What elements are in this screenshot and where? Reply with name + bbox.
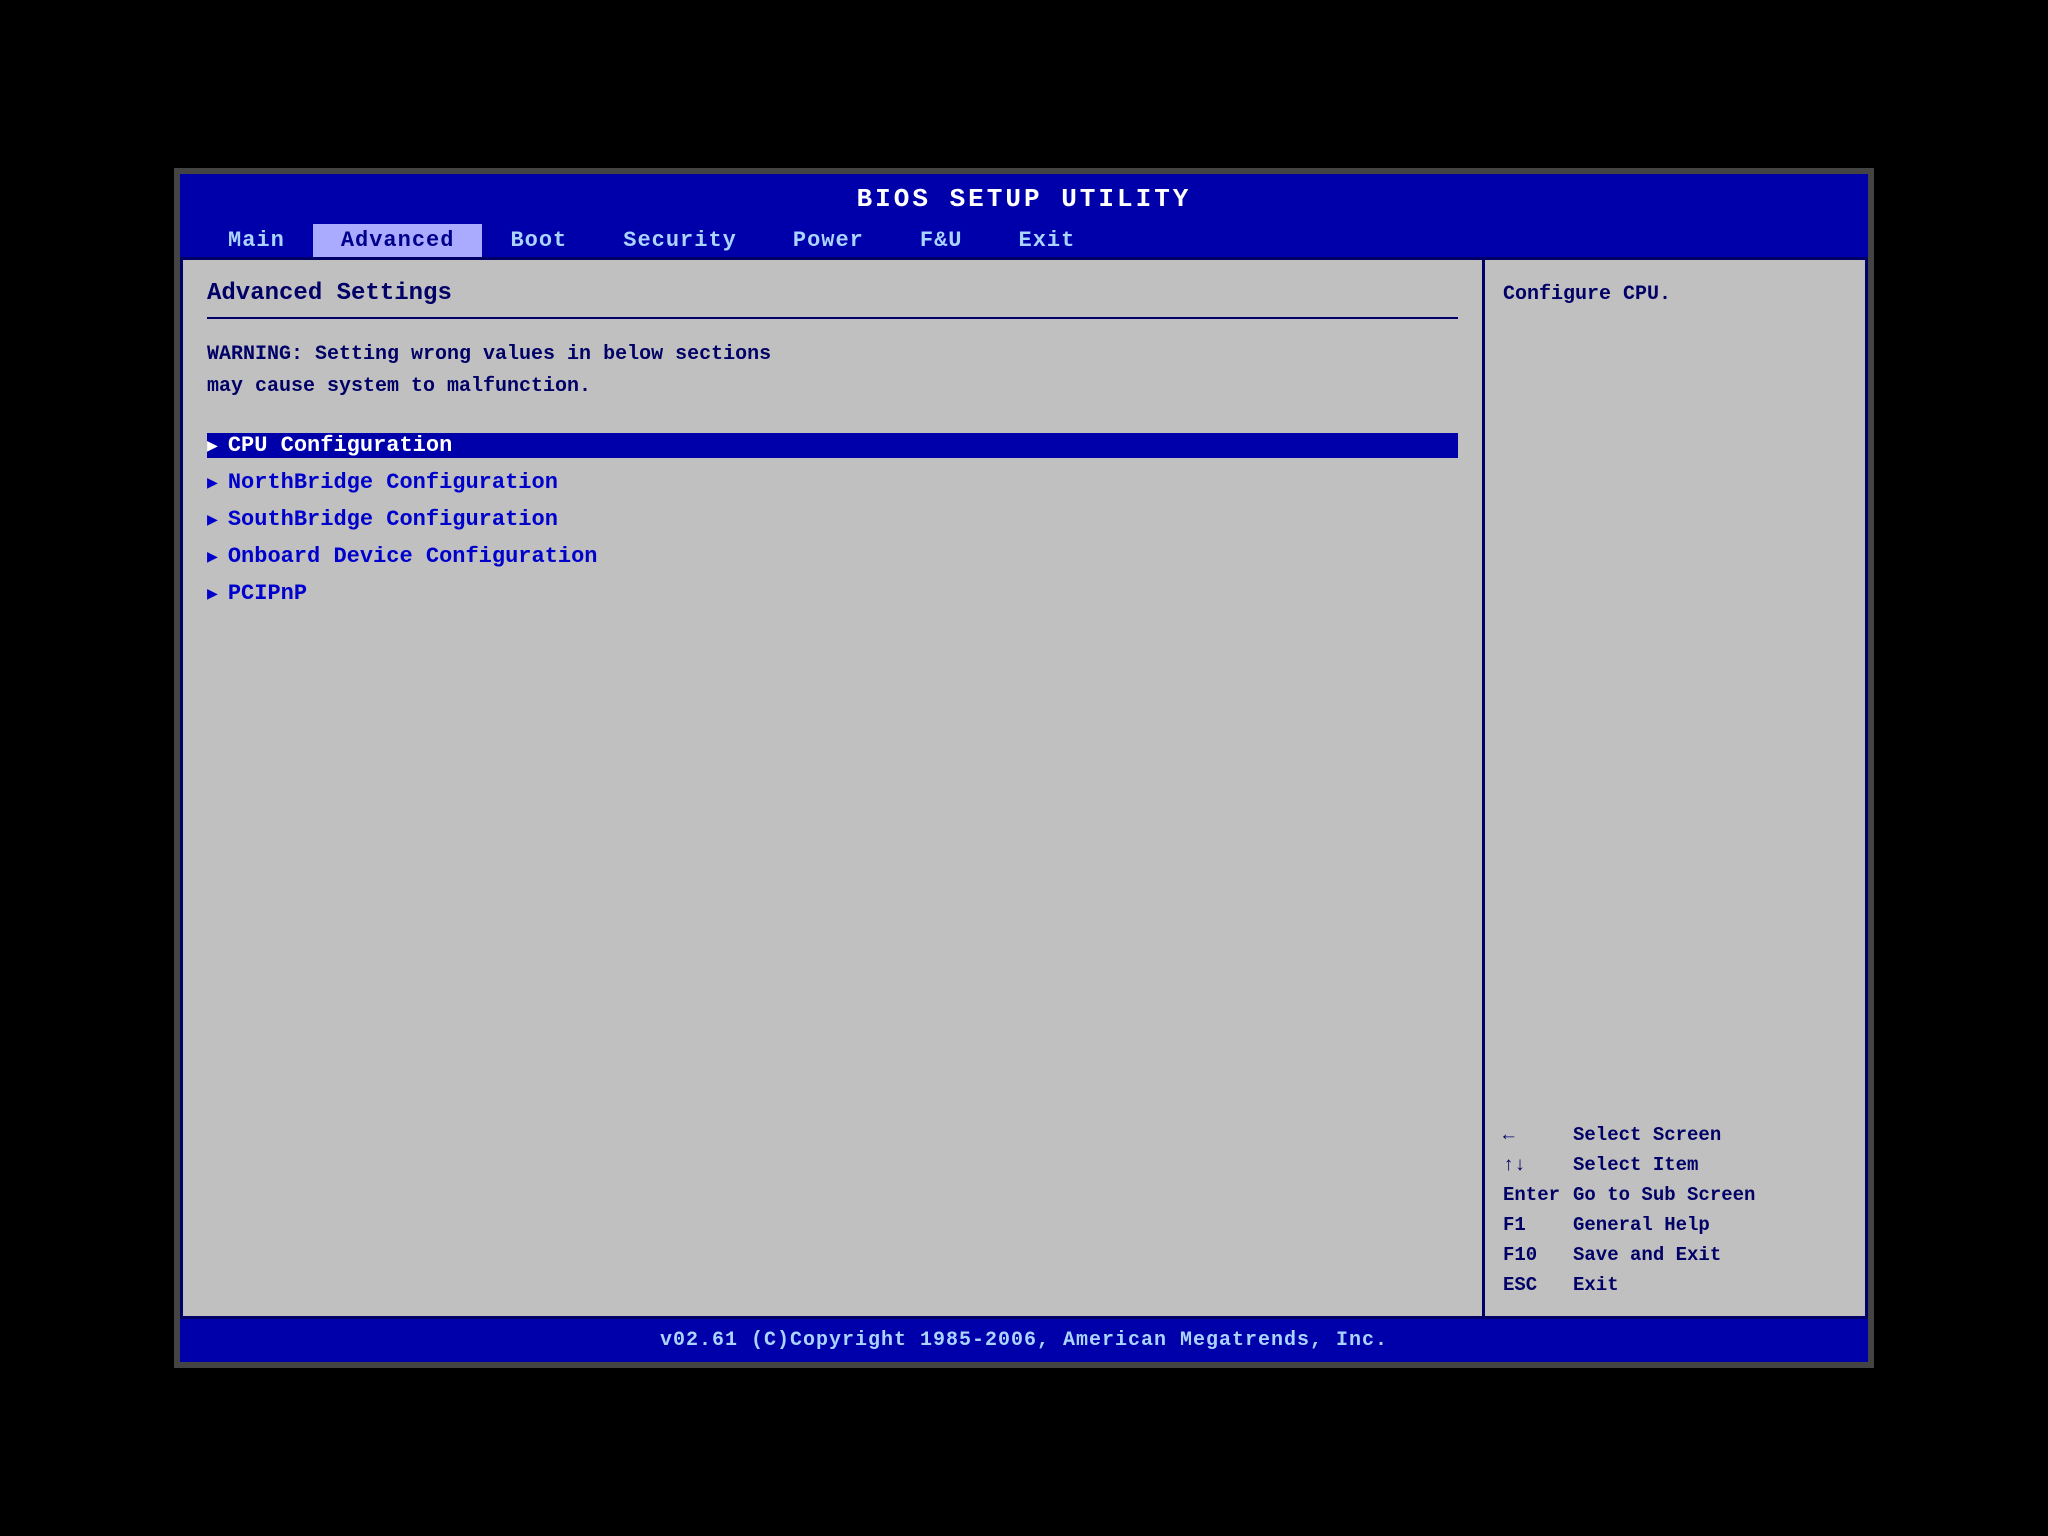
divider (207, 317, 1458, 319)
key-bindings: ← Select Screen ↑↓ Select Item Enter Go to Su… (1503, 1124, 1847, 1296)
help-text: Configure CPU. (1503, 280, 1847, 310)
footer: v02.61 (C)Copyright 1985-2006, American … (180, 1319, 1868, 1362)
warning-text: WARNING: Setting wrong values in below s… (207, 339, 1458, 403)
menu-arrow-icon: ▶ (207, 546, 218, 568)
key-binding-row: F1 General Help (1503, 1214, 1847, 1236)
nav-item-boot[interactable]: Boot (482, 224, 595, 257)
menu-item-label: Onboard Device Configuration (228, 544, 598, 569)
menu-arrow-icon: ▶ (207, 583, 218, 605)
key-name: F1 (1503, 1214, 1563, 1236)
section-title: Advanced Settings (207, 280, 1458, 307)
nav-item-main[interactable]: Main (200, 224, 313, 257)
left-panel: Advanced Settings WARNING: Setting wrong… (183, 260, 1485, 1316)
menu-arrow-icon: ▶ (207, 472, 218, 494)
nav-item-exit[interactable]: Exit (991, 224, 1104, 257)
key-desc: Go to Sub Screen (1573, 1184, 1755, 1206)
menu-item-label: PCIPnP (228, 581, 307, 606)
nav-item-f-u[interactable]: F&U (892, 224, 991, 257)
main-content: Advanced Settings WARNING: Setting wrong… (180, 257, 1868, 1319)
menu-arrow-icon: ▶ (207, 435, 218, 457)
bios-title: BIOS SETUP UTILITY (857, 184, 1192, 214)
menu-item[interactable]: ▶ SouthBridge Configuration (207, 507, 1458, 532)
key-name: ← (1503, 1124, 1563, 1146)
menu-item[interactable]: ▶ CPU Configuration (207, 433, 1458, 458)
key-binding-row: ← Select Screen (1503, 1124, 1847, 1146)
title-bar: BIOS SETUP UTILITY (180, 174, 1868, 220)
nav-item-power[interactable]: Power (765, 224, 892, 257)
menu-item-label: NorthBridge Configuration (228, 470, 558, 495)
menu-arrow-icon: ▶ (207, 509, 218, 531)
menu-item-label: CPU Configuration (228, 433, 452, 458)
right-panel: Configure CPU. ← Select Screen ↑↓ Select It… (1485, 260, 1865, 1316)
menu-item[interactable]: ▶ NorthBridge Configuration (207, 470, 1458, 495)
menu-list: ▶ CPU Configuration ▶ NorthBridge Configura… (207, 433, 1458, 606)
warning-line1: WARNING: Setting wrong values in below s… (207, 343, 771, 366)
key-name: F10 (1503, 1244, 1563, 1266)
nav-item-advanced[interactable]: Advanced (313, 224, 483, 257)
key-desc: Exit (1573, 1274, 1619, 1296)
key-desc: Select Item (1573, 1154, 1698, 1176)
nav-item-security[interactable]: Security (595, 224, 765, 257)
menu-item[interactable]: ▶ Onboard Device Configuration (207, 544, 1458, 569)
key-desc: Select Screen (1573, 1124, 1721, 1146)
key-desc: Save and Exit (1573, 1244, 1721, 1266)
menu-item-label: SouthBridge Configuration (228, 507, 558, 532)
key-name: ESC (1503, 1274, 1563, 1296)
key-binding-row: F10 Save and Exit (1503, 1244, 1847, 1266)
bios-screen: BIOS SETUP UTILITY MainAdvancedBootSecur… (174, 168, 1874, 1368)
nav-bar: MainAdvancedBootSecurityPowerF&UExit (180, 220, 1868, 257)
key-binding-row: ↑↓ Select Item (1503, 1154, 1847, 1176)
key-name: Enter (1503, 1184, 1563, 1206)
key-binding-row: ESC Exit (1503, 1274, 1847, 1296)
menu-item[interactable]: ▶ PCIPnP (207, 581, 1458, 606)
warning-line2: may cause system to malfunction. (207, 375, 591, 398)
key-name: ↑↓ (1503, 1154, 1563, 1176)
key-desc: General Help (1573, 1214, 1710, 1236)
key-binding-row: Enter Go to Sub Screen (1503, 1184, 1847, 1206)
